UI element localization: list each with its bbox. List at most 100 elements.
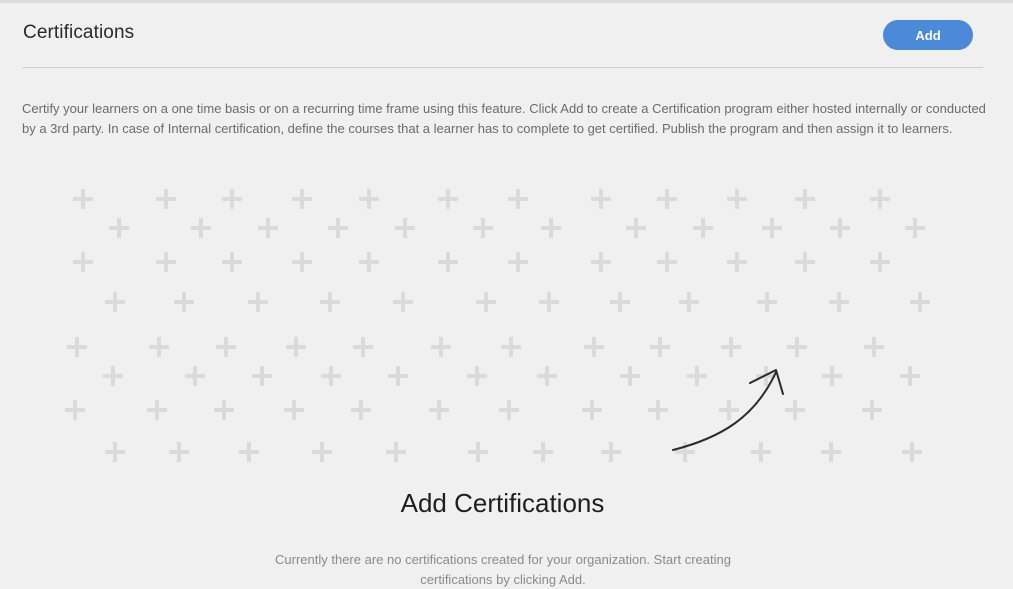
plus-icon — [359, 252, 379, 272]
plus-icon — [787, 337, 807, 357]
plus-icon — [395, 218, 415, 238]
plus-icon — [862, 400, 882, 420]
empty-state-title: Add Certifications — [400, 488, 605, 518]
plus-icon — [657, 189, 677, 209]
plus-icon — [292, 189, 312, 209]
plus-icon — [312, 442, 332, 462]
plus-icon — [822, 366, 842, 386]
plus-icon — [721, 337, 741, 357]
plus-icon — [829, 292, 849, 312]
plus-icon — [286, 337, 306, 357]
plus-icon — [258, 218, 278, 238]
plus-icon — [284, 400, 304, 420]
plus-icon — [321, 366, 341, 386]
plus-icon — [429, 400, 449, 420]
page-title: Certifications — [23, 22, 135, 43]
plus-icon — [388, 366, 408, 386]
plus-icon — [610, 292, 630, 312]
plus-icon — [393, 292, 413, 312]
plus-icon — [105, 292, 125, 312]
plus-icon — [438, 252, 458, 272]
page-description: Certify your learners on a one time basi… — [22, 101, 986, 136]
plus-icon — [473, 218, 493, 238]
plus-icon — [351, 400, 371, 420]
plus-icon — [591, 252, 611, 272]
plus-icon — [222, 252, 242, 272]
page-header: Certifications Add — [22, 0, 983, 68]
plus-icon — [185, 366, 205, 386]
plus-icon — [508, 189, 528, 209]
plus-icon — [105, 442, 125, 462]
plus-icon — [657, 252, 677, 272]
plus-icon — [109, 218, 129, 238]
plus-icon — [870, 252, 890, 272]
plus-icon — [73, 252, 93, 272]
plus-icon — [214, 400, 234, 420]
plus-icon — [648, 400, 668, 420]
plus-icon — [191, 218, 211, 238]
plus-icon — [900, 366, 920, 386]
plus-icon — [537, 366, 557, 386]
plus-icon — [679, 292, 699, 312]
plus-icon — [795, 189, 815, 209]
plus-icon — [751, 442, 771, 462]
plus-icon — [601, 442, 621, 462]
plus-icon — [467, 366, 487, 386]
plus-icon — [757, 292, 777, 312]
plus-icon — [174, 292, 194, 312]
plus-pattern — [65, 189, 930, 462]
plus-icon — [910, 292, 930, 312]
plus-icon — [501, 337, 521, 357]
plus-icon — [864, 337, 884, 357]
plus-icon — [650, 337, 670, 357]
plus-icon — [693, 218, 713, 238]
plus-icon — [431, 337, 451, 357]
plus-icon — [762, 218, 782, 238]
plus-icon — [103, 366, 123, 386]
plus-icon — [870, 189, 890, 209]
plus-icon — [541, 218, 561, 238]
curved-arrow-icon — [672, 369, 784, 451]
plus-icon — [65, 400, 85, 420]
plus-icon — [292, 252, 312, 272]
plus-icon — [626, 218, 646, 238]
plus-icon — [756, 366, 776, 386]
plus-icon — [156, 189, 176, 209]
plus-icon — [727, 252, 747, 272]
plus-icon — [252, 366, 272, 386]
plus-icon — [584, 337, 604, 357]
plus-icon — [169, 442, 189, 462]
plus-icon — [795, 252, 815, 272]
plus-icon — [222, 189, 242, 209]
plus-icon — [476, 292, 496, 312]
plus-icon — [902, 442, 922, 462]
add-button[interactable]: Add — [883, 20, 973, 50]
plus-icon — [785, 400, 805, 420]
empty-state-message: Currently there are no certifications cr… — [275, 552, 731, 587]
plus-icon — [582, 400, 602, 420]
plus-icon — [328, 218, 348, 238]
plus-icon — [67, 337, 87, 357]
plus-icon — [73, 189, 93, 209]
plus-icon — [438, 189, 458, 209]
plus-icon — [499, 400, 519, 420]
plus-icon — [508, 252, 528, 272]
plus-icon — [821, 442, 841, 462]
plus-icon — [216, 337, 236, 357]
plus-icon — [905, 218, 925, 238]
plus-icon — [675, 442, 695, 462]
plus-icon — [539, 292, 559, 312]
plus-icon — [147, 400, 167, 420]
plus-icon — [591, 189, 611, 209]
plus-icon — [386, 442, 406, 462]
plus-icon — [687, 366, 707, 386]
plus-icon — [620, 366, 640, 386]
plus-icon — [353, 337, 373, 357]
plus-icon — [359, 189, 379, 209]
plus-icon — [727, 189, 747, 209]
plus-icon — [239, 442, 259, 462]
plus-icon — [830, 218, 850, 238]
plus-icon — [320, 292, 340, 312]
plus-icon — [719, 400, 739, 420]
plus-icon — [248, 292, 268, 312]
